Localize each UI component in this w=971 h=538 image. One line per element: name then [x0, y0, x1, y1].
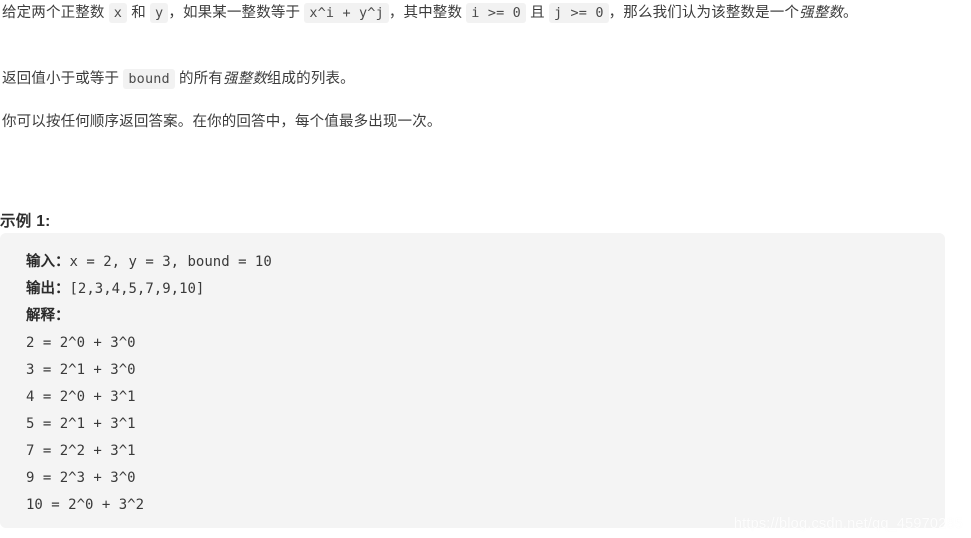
example-heading: 示例 1:: [0, 212, 51, 230]
definition-text-part1: 给定两个正整数: [2, 5, 109, 21]
paragraph-order-note: 你可以按任何顺序返回答案。在你的回答中，每个值最多出现一次。: [2, 114, 442, 130]
input-value: x = 2, y = 3, bound = 10: [69, 254, 272, 270]
term-powerful-integer-return: 强整数: [222, 71, 267, 87]
code-line-explanation: 5 = 2^1 + 3^1: [26, 416, 136, 432]
output-label: 输出：: [26, 281, 70, 297]
definition-text-part5: 且: [525, 5, 549, 21]
inline-code-y: y: [150, 3, 169, 23]
example-code-block: 输入：x = 2, y = 3, bound = 10 输出：[2,3,4,5,…: [0, 233, 945, 528]
paragraph-definition: 给定两个正整数 x 和 y ，如果某一整数等于 x^i + y^j ，其中整数 i …: [0, 0, 969, 27]
return-text-part1: 返回值小于或等于: [2, 71, 124, 87]
code-line-explain-label: 解释：: [26, 303, 945, 330]
code-line-output: 输出：[2,3,4,5,7,9,10]: [26, 276, 945, 303]
output-value: [2,3,4,5,7,9,10]: [69, 281, 205, 297]
definition-text-part3: ，如果某一整数等于: [168, 5, 305, 21]
definition-text-part2: 和: [127, 5, 151, 21]
inline-code-expression: x^i + y^j: [304, 3, 389, 23]
return-text-part2: 的所有: [174, 71, 223, 87]
code-line-explanation: 2 = 2^0 + 3^0: [26, 335, 136, 351]
problem-description-page: 给定两个正整数 x 和 y ，如果某一整数等于 x^i + y^j ，其中整数 i …: [0, 0, 971, 538]
inline-code-x: x: [108, 3, 128, 23]
code-line-explanation: 10 = 2^0 + 3^2: [26, 497, 145, 513]
code-line-explanation: 4 = 2^0 + 3^1: [26, 389, 136, 405]
code-line-explanation: 9 = 2^3 + 3^0: [26, 470, 136, 486]
term-powerful-integer: 强整数: [799, 5, 844, 21]
definition-text-part6: ，那么我们认为该整数是一个: [608, 5, 800, 21]
inline-code-i-constraint: i >= 0: [466, 3, 526, 23]
input-label: 输入：: [26, 254, 70, 270]
return-text-part3: 组成的列表。: [266, 71, 355, 87]
definition-text-part7: 。: [843, 5, 858, 21]
definition-text-part4: ，其中整数: [388, 5, 467, 21]
code-line-input: 输入：x = 2, y = 3, bound = 10: [26, 249, 945, 276]
paragraph-return-description: 返回值小于或等于 bound 的所有强整数组成的列表。: [0, 66, 969, 93]
explanation-label: 解释：: [26, 308, 70, 324]
inline-code-bound: bound: [123, 69, 175, 89]
code-line-explanation: 3 = 2^1 + 3^0: [26, 362, 136, 378]
code-line-explanation: 7 = 2^2 + 3^1: [26, 443, 136, 459]
inline-code-j-constraint: j >= 0: [548, 3, 609, 23]
